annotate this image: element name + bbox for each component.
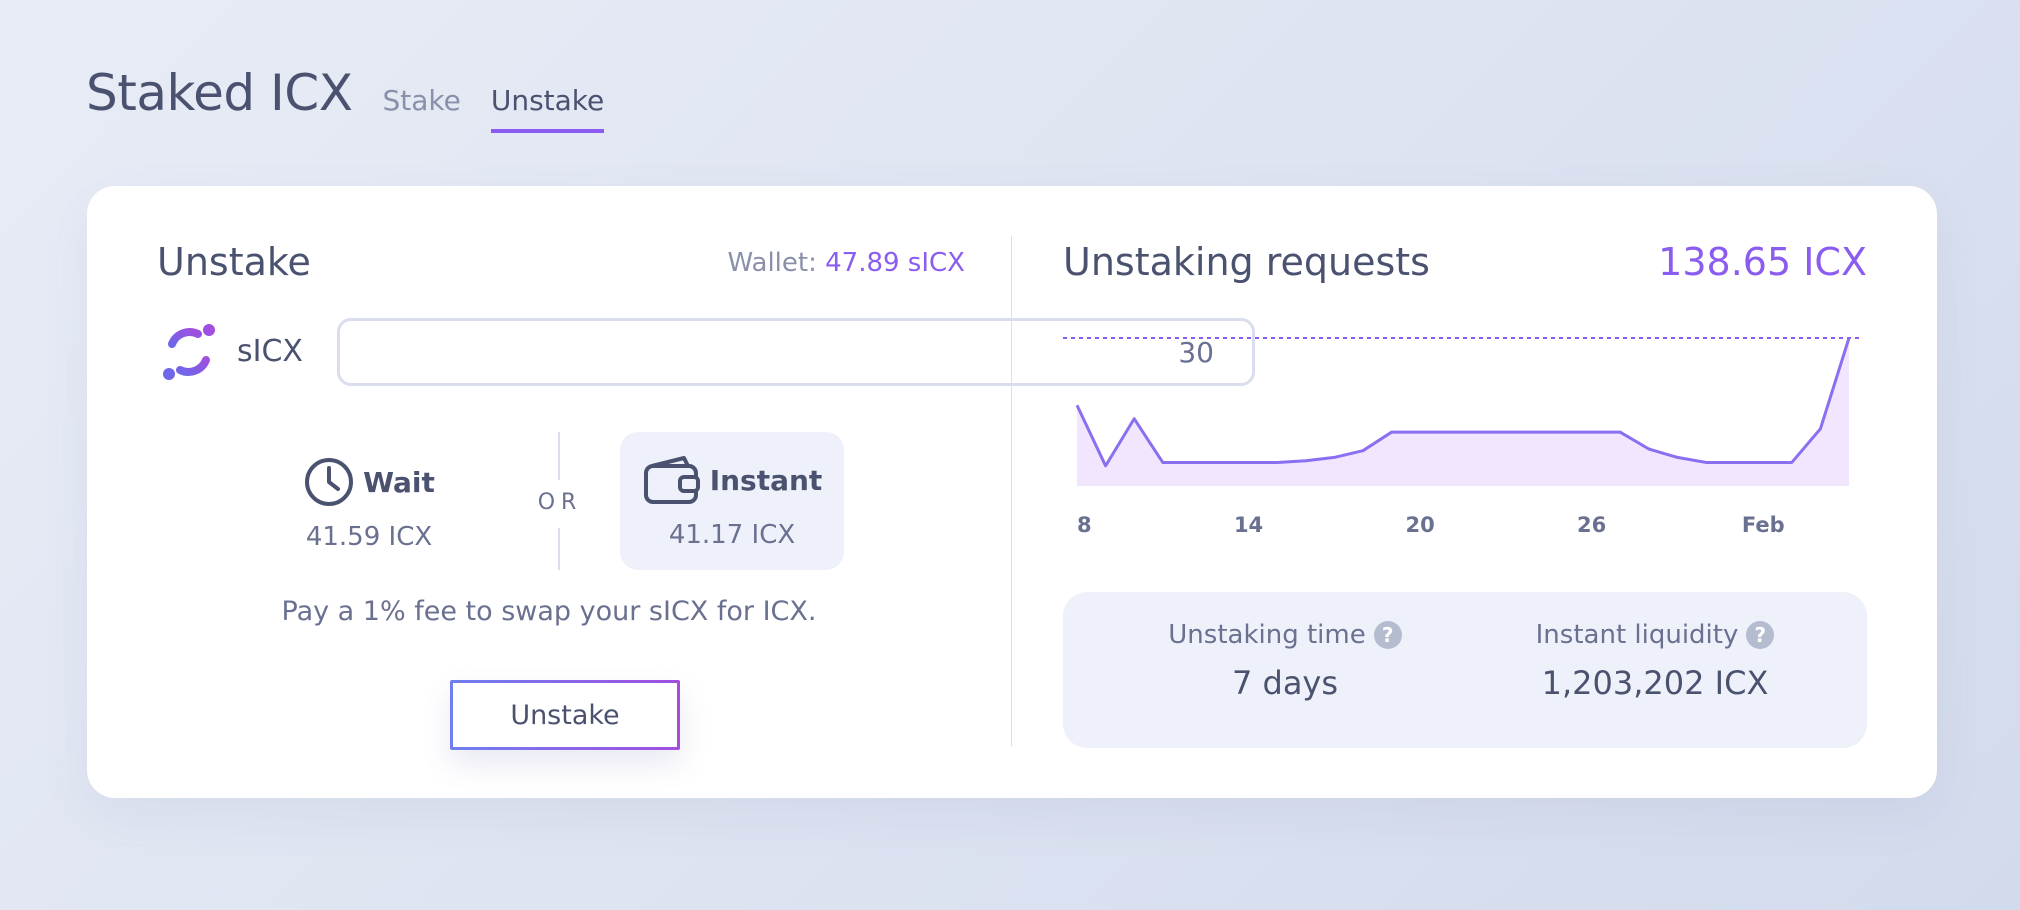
or-label: OR <box>537 490 583 515</box>
stat-value: 1,203,202 ICX <box>1541 664 1769 702</box>
staking-card: Unstake Wallet: 47.89 sICX sICX Wait 41.… <box>87 186 1937 798</box>
chart-x-tick-label: Feb <box>1742 513 1785 537</box>
stats-panel: Unstaking time ? 7 days Instant liquidit… <box>1063 592 1867 748</box>
instant-label: Instant <box>709 463 823 497</box>
chart-x-tick-label: 20 <box>1405 513 1434 537</box>
stat-unstaking-time: Unstaking time ? 7 days <box>1135 620 1435 702</box>
wallet-balance: Wallet: 47.89 sICX <box>727 248 965 278</box>
unstaking-requests-chart: 8 14 20 26 Feb <box>1063 337 1863 537</box>
stat-instant-liquidity: Instant liquidity ? 1,203,202 ICX <box>1505 620 1805 702</box>
wallet-value: 47.89 sICX <box>825 248 965 278</box>
stat-label: Unstaking time <box>1168 620 1366 650</box>
chart-x-tick-label: 26 <box>1577 513 1606 537</box>
stat-label: Instant liquidity <box>1535 620 1739 650</box>
wallet-label: Wallet: <box>727 248 817 278</box>
fee-note: Pay a 1% fee to swap your sICX for ICX. <box>281 596 817 627</box>
clock-icon <box>305 458 354 506</box>
panel-divider <box>1011 236 1012 746</box>
or-divider-bottom <box>558 528 560 570</box>
wait-option[interactable]: Wait 41.59 ICX <box>257 434 481 572</box>
page-title: Staked ICX <box>86 64 353 122</box>
tab-unstake[interactable]: Unstake <box>490 84 605 133</box>
requests-total: 138.65 ICX <box>1658 240 1867 284</box>
wait-value: 41.59 ICX <box>305 522 433 552</box>
help-icon[interactable]: ? <box>1746 621 1775 649</box>
help-icon[interactable]: ? <box>1373 621 1402 649</box>
wait-label: Wait <box>363 465 435 499</box>
stat-value: 7 days <box>1231 664 1339 702</box>
tab-stake[interactable]: Stake <box>382 84 460 129</box>
page-header: Staked ICX Stake Unstake <box>86 64 634 133</box>
unstake-title: Unstake <box>157 240 311 284</box>
unstake-button[interactable]: Unstake <box>450 680 680 750</box>
chart-x-tick-label: 8 <box>1077 513 1092 537</box>
sicx-token-icon <box>163 324 215 380</box>
chart-x-tick-label: 14 <box>1234 513 1263 537</box>
instant-value: 41.17 ICX <box>668 520 796 550</box>
requests-title: Unstaking requests <box>1063 240 1430 284</box>
or-divider-top <box>558 432 560 480</box>
wallet-icon <box>643 456 700 504</box>
instant-option[interactable]: Instant 41.17 ICX <box>620 432 844 570</box>
token-label: sICX <box>237 334 303 369</box>
